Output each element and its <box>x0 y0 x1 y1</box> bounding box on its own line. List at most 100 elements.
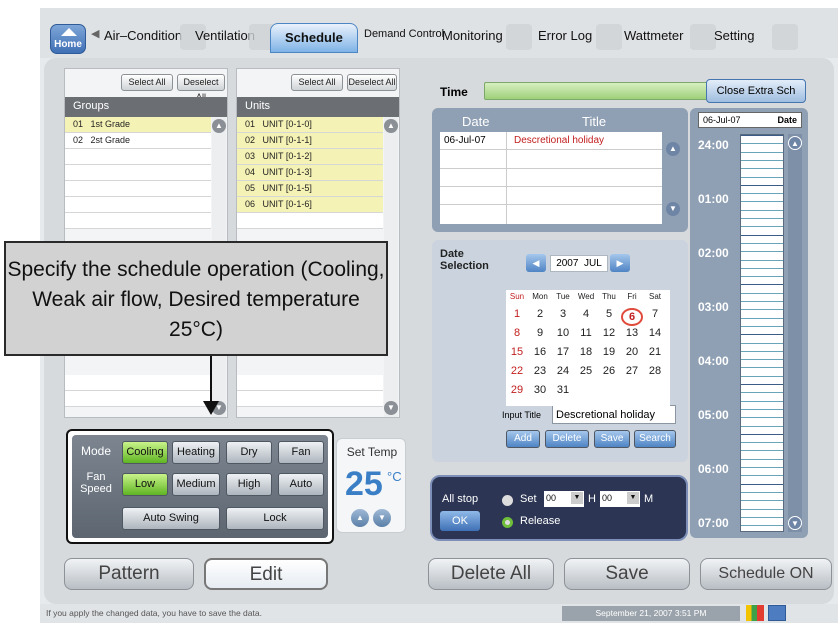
release-radio[interactable] <box>502 517 513 528</box>
scroll-up-icon[interactable]: ▲ <box>666 142 680 156</box>
grid-status-icon[interactable] <box>746 605 764 621</box>
calendar-day[interactable]: 13 <box>621 327 643 339</box>
prev-month-button[interactable]: ◀ <box>526 254 546 272</box>
calendar-day[interactable]: 1 <box>506 308 528 320</box>
scroll-up-icon[interactable]: ▲ <box>212 119 226 133</box>
fan-button[interactable]: Fan <box>278 441 324 464</box>
unit-row[interactable]: 05 UNIT [0-1-5] <box>237 181 383 197</box>
calendar-day[interactable]: 14 <box>644 327 666 339</box>
high-button[interactable]: High <box>226 473 272 496</box>
calendar-day[interactable]: 19 <box>598 346 620 358</box>
calendar-day[interactable]: 23 <box>529 365 551 377</box>
temp-up-button[interactable]: ▲ <box>351 509 369 527</box>
calendar-day[interactable]: 26 <box>598 365 620 377</box>
timeline-scrollbar[interactable]: ▲ ▼ <box>788 134 802 532</box>
unit-row[interactable]: 01 UNIT [0-1-0] <box>237 117 383 133</box>
calendar-day[interactable]: 2 <box>529 308 551 320</box>
unit-row[interactable]: 06 UNIT [0-1-6] <box>237 197 383 213</box>
calendar-day[interactable]: 4 <box>575 308 597 320</box>
ok-button[interactable]: OK <box>440 511 480 531</box>
lock-button[interactable]: Lock <box>226 507 324 530</box>
calendar-day[interactable]: 20 <box>621 346 643 358</box>
scroll-down-icon[interactable]: ▼ <box>666 202 680 216</box>
scroll-up-icon[interactable]: ▲ <box>384 119 398 133</box>
temp-down-button[interactable]: ▼ <box>373 509 391 527</box>
groups-deselect-all-button[interactable]: Deselect All <box>177 74 225 102</box>
calendar-day[interactable]: 25 <box>575 365 597 377</box>
dry-button[interactable]: Dry <box>226 441 272 464</box>
unit-row[interactable]: 02 UNIT [0-1-1] <box>237 133 383 149</box>
close-extra-schedule-button[interactable]: Close Extra Sch <box>706 79 806 103</box>
pattern-button[interactable]: Pattern <box>64 558 194 590</box>
calendar-day[interactable]: 18 <box>575 346 597 358</box>
calendar-day[interactable]: 5 <box>598 308 620 320</box>
group-row[interactable]: 02 2st Grade <box>65 133 211 149</box>
calendar-day[interactable]: 15 <box>506 346 528 358</box>
cooling-button[interactable]: Cooling <box>122 441 168 464</box>
tab-wattmeter[interactable]: Wattmeter <box>624 28 683 43</box>
calendar-day[interactable]: 10 <box>552 327 574 339</box>
minute-select[interactable]: 00 ▼ <box>600 491 640 507</box>
auto-button[interactable]: Auto <box>278 473 324 496</box>
tab-air-condition[interactable]: Air–Condition <box>104 28 182 43</box>
calendar-day[interactable]: 8 <box>506 327 528 339</box>
unit-row-empty <box>237 213 383 229</box>
tab-error-log[interactable]: Error Log <box>538 28 592 43</box>
tab-monitoring[interactable]: Monitoring <box>442 28 503 43</box>
calendar-day[interactable]: 17 <box>552 346 574 358</box>
calendar-day[interactable]: 12 <box>598 327 620 339</box>
calendar-day[interactable]: 3 <box>552 308 574 320</box>
next-month-button[interactable]: ▶ <box>610 254 630 272</box>
calendar-day[interactable]: 6 <box>621 308 643 326</box>
network-icon[interactable] <box>768 605 786 621</box>
add-button[interactable]: Add <box>506 430 540 448</box>
unit-name: UNIT [0-1-1] <box>262 135 312 145</box>
calendar-day[interactable]: 27 <box>621 365 643 377</box>
calendar-day[interactable]: 9 <box>529 327 551 339</box>
groups-select-all-button[interactable]: Select All <box>121 74 173 91</box>
unit-row[interactable]: 03 UNIT [0-1-2] <box>237 149 383 165</box>
calendar-day[interactable]: 16 <box>529 346 551 358</box>
auto-swing-button[interactable]: Auto Swing <box>122 507 220 530</box>
calendar-day[interactable]: 24 <box>552 365 574 377</box>
input-title-field[interactable]: Descretional holiday <box>552 405 676 424</box>
timeline-slots[interactable] <box>740 134 784 532</box>
search-button[interactable]: Search <box>634 430 676 448</box>
units-deselect-all-button[interactable]: Deselect All <box>347 74 397 91</box>
table-row[interactable]: 06-Jul-07 Descretional holiday <box>440 132 662 150</box>
calendar-day[interactable]: 22 <box>506 365 528 377</box>
calendar-day[interactable]: 21 <box>644 346 666 358</box>
delete-all-button[interactable]: Delete All <box>428 558 554 590</box>
hour-select[interactable]: 00 ▼ <box>544 491 584 507</box>
scroll-down-icon[interactable]: ▼ <box>384 401 398 415</box>
schedule-on-button[interactable]: Schedule ON <box>700 558 832 590</box>
arrow-left-icon[interactable]: ◀ <box>91 27 99 40</box>
tab-demand-control[interactable]: Demand Control <box>364 28 444 40</box>
set-radio[interactable] <box>502 495 513 506</box>
home-button[interactable]: Home <box>50 24 86 54</box>
scroll-down-icon[interactable]: ▼ <box>788 516 802 530</box>
unit-row[interactable]: 04 UNIT [0-1-3] <box>237 165 383 181</box>
time-slot-line <box>741 400 783 402</box>
calendar-day[interactable]: 28 <box>644 365 666 377</box>
units-select-all-button[interactable]: Select All <box>291 74 343 91</box>
delete-button[interactable]: Delete <box>545 430 589 448</box>
medium-button[interactable]: Medium <box>172 473 220 496</box>
calendar-day[interactable]: 30 <box>529 384 551 396</box>
calendar-day[interactable]: 29 <box>506 384 528 396</box>
calendar-day[interactable]: 11 <box>575 327 597 339</box>
edit-button[interactable]: Edit <box>204 558 328 590</box>
heating-button[interactable]: Heating <box>172 441 220 464</box>
group-row[interactable]: 01 1st Grade <box>65 117 211 133</box>
tab-ventilation[interactable]: Ventilation <box>195 28 255 43</box>
save-button[interactable]: Save <box>564 558 690 590</box>
scroll-up-icon[interactable]: ▲ <box>788 136 802 150</box>
tab-setting[interactable]: Setting <box>714 28 754 43</box>
calendar-day[interactable]: 7 <box>644 308 666 320</box>
tab-schedule[interactable]: Schedule <box>270 23 358 53</box>
save-title-button[interactable]: Save <box>594 430 630 448</box>
low-button[interactable]: Low <box>122 473 168 496</box>
calendar-day[interactable]: 31 <box>552 384 574 396</box>
title-column-header: Title <box>582 114 607 129</box>
month-year-display: 2007 JUL <box>550 255 608 272</box>
